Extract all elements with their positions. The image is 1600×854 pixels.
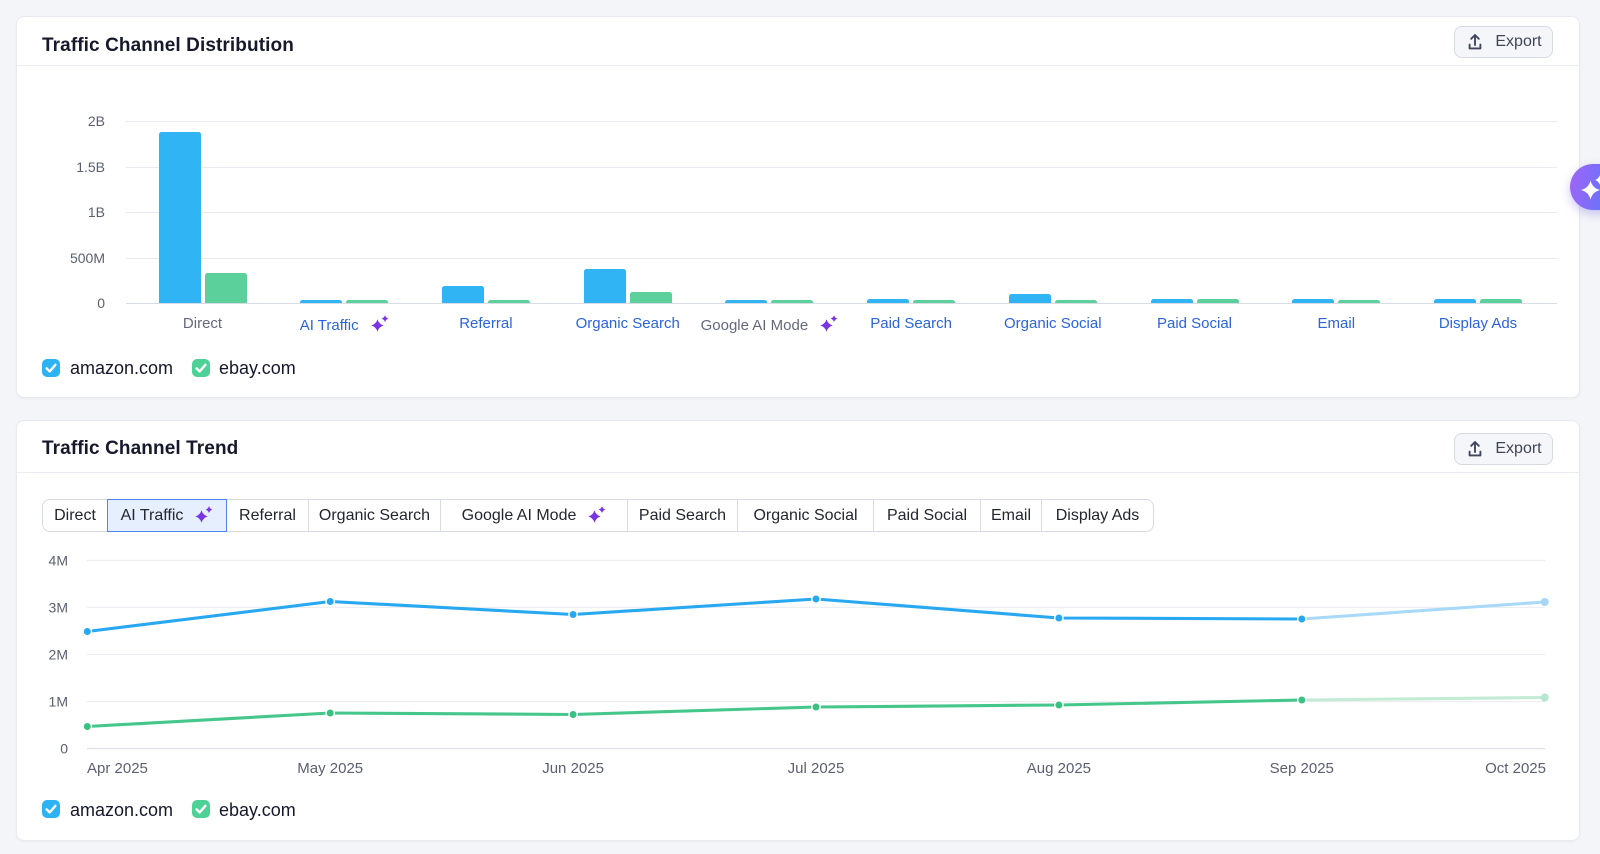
- svg-text:Sep 2025: Sep 2025: [1270, 760, 1334, 777]
- svg-text:2M: 2M: [49, 647, 68, 663]
- svg-text:Oct 2025: Oct 2025: [1485, 760, 1546, 777]
- svg-text:May 2025: May 2025: [297, 760, 363, 777]
- svg-text:0: 0: [60, 741, 68, 757]
- svg-text:3M: 3M: [49, 599, 68, 615]
- svg-text:Apr 2025: Apr 2025: [87, 760, 148, 777]
- svg-text:Jun 2025: Jun 2025: [542, 760, 604, 777]
- svg-text:Aug 2025: Aug 2025: [1027, 760, 1091, 777]
- svg-text:4M: 4M: [49, 552, 68, 568]
- svg-text:Jul 2025: Jul 2025: [788, 760, 845, 777]
- svg-text:1M: 1M: [49, 694, 68, 710]
